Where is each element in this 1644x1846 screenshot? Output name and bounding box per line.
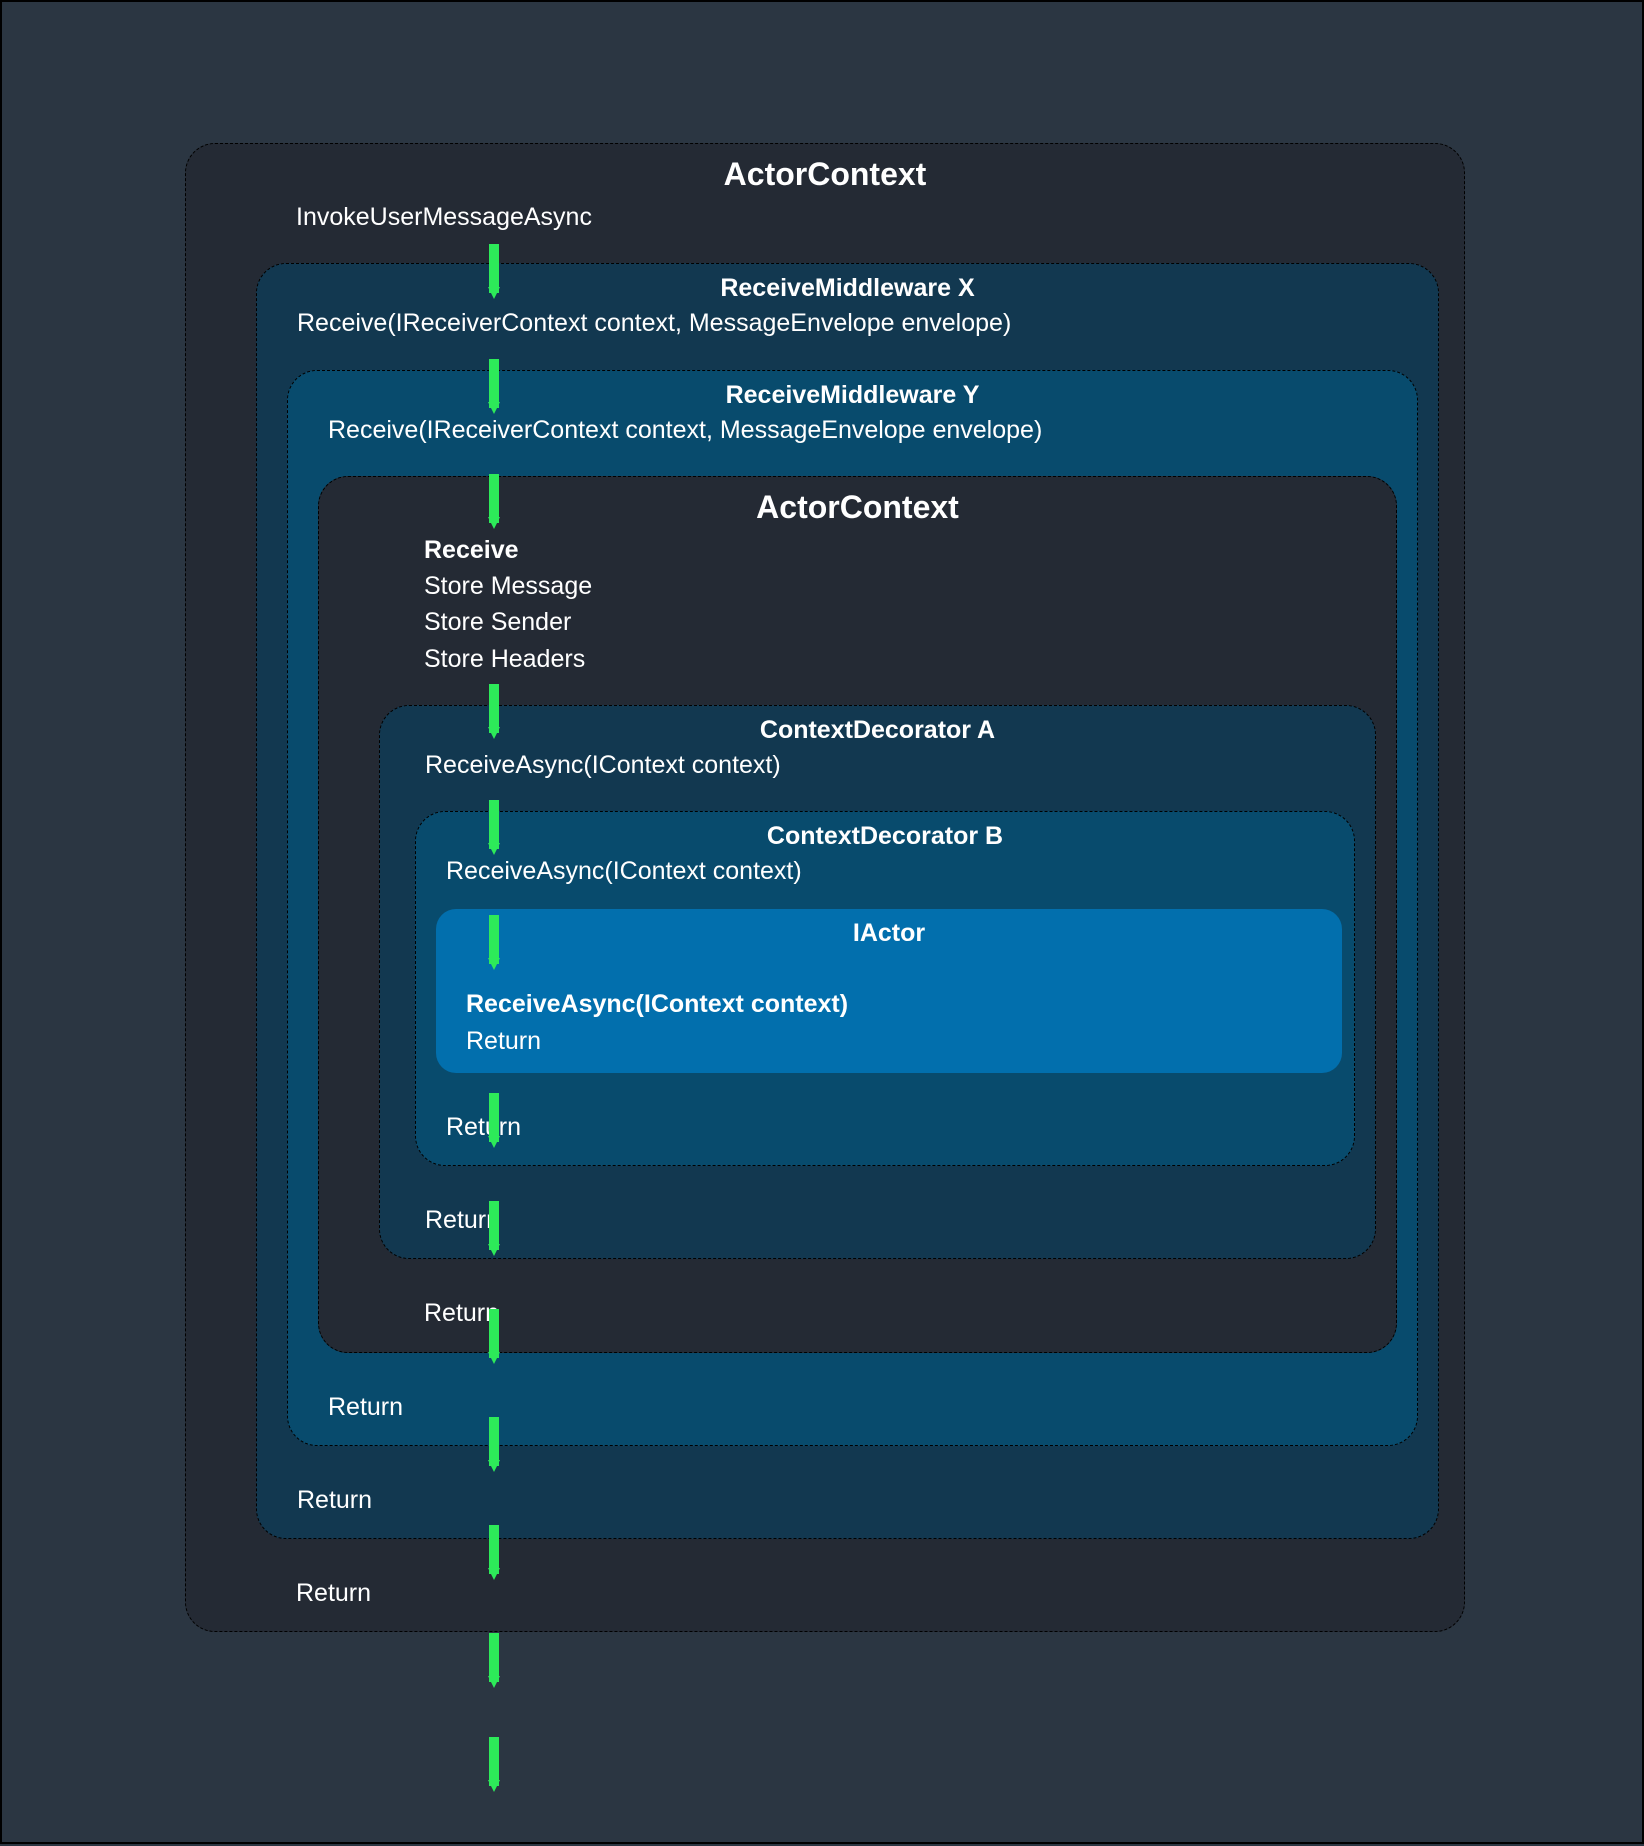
title-contextdecorator-a: ContextDecorator A — [380, 706, 1375, 747]
label-deca-method: ReceiveAsync(IContext context) — [425, 747, 1355, 783]
title-actorcontext-outer: ActorContext — [186, 144, 1464, 199]
title-iactor: IActor — [436, 909, 1342, 950]
label-invokeusermessageasync: InvokeUserMessageAsync — [296, 199, 1439, 235]
box-contextdecorator-a: ContextDecorator A ReceiveAsync(IContext… — [379, 705, 1376, 1260]
title-receivemiddleware-x: ReceiveMiddleware X — [257, 264, 1438, 305]
box-receivemiddleware-x: ReceiveMiddleware X Receive(IReceiverCon… — [256, 263, 1439, 1539]
label-store-headers: Store Headers — [424, 641, 1376, 677]
title-contextdecorator-b: ContextDecorator B — [416, 812, 1354, 853]
label-deca-return: Return — [425, 1202, 1355, 1238]
box-receivemiddleware-y: ReceiveMiddleware Y Receive(IReceiverCon… — [287, 370, 1418, 1446]
diagram-root: ActorContext InvokeUserMessageAsync Rece… — [185, 143, 1465, 1632]
label-outer-return: Return — [296, 1575, 1439, 1611]
label-inner-receive: Receive — [424, 532, 1376, 568]
box-contextdecorator-b: ContextDecorator B ReceiveAsync(IContext… — [415, 811, 1355, 1166]
diagram-canvas: ActorContext InvokeUserMessageAsync Rece… — [0, 0, 1644, 1844]
label-iactor-return: Return — [466, 1023, 1330, 1059]
title-receivemiddleware-y: ReceiveMiddleware Y — [288, 371, 1417, 412]
label-mwy-method: Receive(IReceiverContext context, Messag… — [328, 412, 1397, 448]
box-actorcontext-outer: ActorContext InvokeUserMessageAsync Rece… — [185, 143, 1465, 1632]
label-mwx-method: Receive(IReceiverContext context, Messag… — [297, 305, 1418, 341]
label-mwx-return: Return — [297, 1482, 1418, 1518]
label-decb-method: ReceiveAsync(IContext context) — [446, 853, 1342, 889]
label-store-message: Store Message — [424, 568, 1376, 604]
title-actorcontext-inner: ActorContext — [319, 477, 1396, 532]
label-inner-return: Return — [424, 1295, 1376, 1331]
box-iactor: IActor ReceiveAsync(IContext context) Re… — [436, 909, 1342, 1073]
label-store-sender: Store Sender — [424, 604, 1376, 640]
label-decb-return: Return — [446, 1109, 1342, 1145]
label-mwy-return: Return — [328, 1389, 1397, 1425]
box-actorcontext-inner: ActorContext Receive Store Message Store… — [318, 476, 1397, 1353]
label-iactor-method: ReceiveAsync(IContext context) — [466, 986, 1330, 1022]
